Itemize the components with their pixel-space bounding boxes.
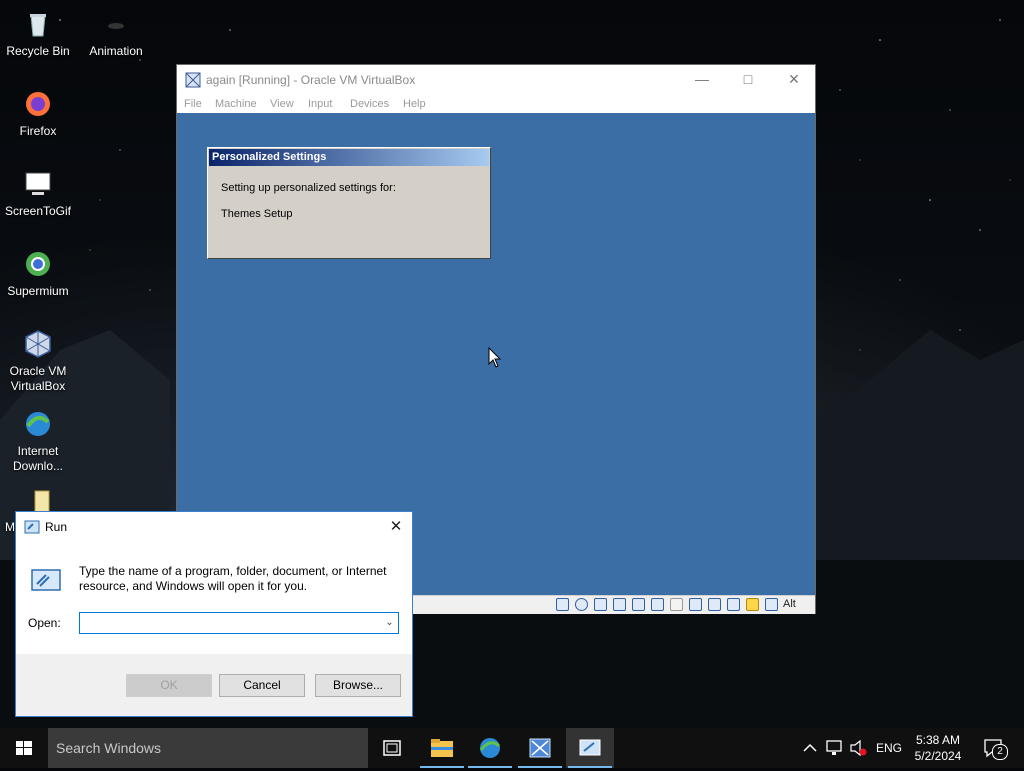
desktop-icon-label: Internet Downlo... — [12, 444, 64, 473]
taskbar-virtualbox[interactable] — [566, 728, 614, 768]
floppy-icon[interactable] — [594, 598, 607, 611]
close-icon: ✕ — [788, 71, 800, 87]
chevron-down-icon: ⌄ — [385, 617, 394, 628]
menu-machine[interactable]: Machine — [215, 98, 257, 110]
run-program-icon — [31, 569, 61, 591]
dialog-title: Personalized Settings — [209, 149, 489, 166]
volume-muted-icon — [850, 739, 867, 757]
menu-help[interactable]: Help — [403, 98, 426, 110]
desktop-icon-label: Supermium — [7, 284, 69, 298]
run-close-button[interactable]: ✕ — [380, 512, 412, 542]
close-button[interactable]: ✕ — [771, 65, 817, 95]
taskbar-file-explorer[interactable] — [418, 728, 466, 768]
window-title: again [Running] - Oracle VM VirtualBox — [206, 73, 416, 87]
chevron-up-icon — [803, 743, 817, 752]
close-icon: ✕ — [389, 518, 403, 535]
shared-folders-icon[interactable] — [670, 598, 683, 611]
run-title-bar[interactable]: Run ✕ — [16, 512, 412, 542]
run-description: Type the name of a program, folder, docu… — [79, 564, 387, 593]
desktop-icon-internet-download[interactable]: Internet Downlo... — [0, 408, 76, 474]
desktop-icon-label: Oracle VM VirtualBox — [9, 364, 67, 393]
maximize-button[interactable]: □ — [725, 65, 771, 95]
taskbar-internet-download-manager[interactable] — [466, 728, 514, 768]
mouse-pointer-icon — [488, 347, 502, 368]
desktop-icon-screentogif[interactable]: ScreenToGif — [0, 168, 76, 219]
menu-file[interactable]: File — [184, 98, 202, 110]
virtual-machine-xp-icon — [529, 738, 551, 758]
maximize-icon: □ — [743, 71, 753, 87]
internet-download-manager-icon — [479, 738, 500, 758]
taskbar-search-box[interactable]: Search Windows — [48, 728, 368, 768]
menu-devices[interactable]: Devices — [350, 98, 389, 110]
open-input[interactable] — [79, 612, 399, 634]
notification-center-button[interactable]: 2 — [980, 728, 1010, 768]
cancel-button[interactable]: Cancel — [219, 674, 305, 697]
keyboard-capture-icon[interactable] — [765, 598, 778, 611]
clock-time: 5:38 AM — [915, 733, 961, 747]
virtualbox-icon — [185, 72, 201, 88]
internet-download-manager-icon — [26, 412, 50, 436]
taskbar-clock[interactable]: 5:38 AM 5/2/2024 — [908, 732, 968, 764]
open-label: Open: — [28, 616, 61, 630]
mouse-integration-icon[interactable] — [746, 598, 759, 611]
virtualbox-icon — [25, 330, 51, 358]
desktop-icon-label: Recycle Bin — [6, 44, 70, 58]
desktop-icon-virtualbox[interactable]: Oracle VM VirtualBox — [0, 328, 76, 394]
run-icon — [24, 520, 40, 534]
start-button[interactable] — [0, 728, 48, 768]
animation-icon — [108, 23, 124, 29]
video-capture-icon[interactable] — [708, 598, 721, 611]
ok-button[interactable]: OK — [126, 674, 212, 697]
menu-view[interactable]: View — [270, 98, 294, 110]
volume-tray-button[interactable] — [848, 728, 870, 768]
clock-date: 5/2/2024 — [914, 749, 962, 763]
task-view-icon — [383, 740, 401, 756]
hard-disk-icon[interactable] — [556, 598, 569, 611]
network-icon — [826, 740, 842, 755]
host-key-label: Alt — [783, 598, 796, 610]
menu-bar: File Machine View Input Devices Help — [177, 95, 815, 113]
recycle-bin-icon — [30, 14, 46, 37]
notification-count-badge: 2 — [992, 744, 1008, 760]
firefox-icon — [26, 92, 50, 116]
dialog-message: Setting up personalized settings for: — [221, 182, 396, 194]
file-explorer-icon — [431, 739, 453, 757]
run-title: Run — [45, 520, 68, 534]
menu-input[interactable]: Input — [308, 98, 332, 110]
desktop-icon-recycle-bin[interactable]: Recycle Bin — [0, 8, 76, 59]
window-title-bar[interactable]: again [Running] - Oracle VM VirtualBox —… — [177, 65, 815, 95]
desktop-icon-animation[interactable]: Animation — [78, 8, 154, 59]
audio-icon[interactable] — [613, 598, 626, 611]
taskbar-xp-machine[interactable] — [516, 728, 564, 768]
desktop-icon-label: ScreenToGif — [4, 204, 72, 218]
cpu-icon[interactable] — [727, 598, 740, 611]
desktop-icon-label: Animation — [89, 44, 143, 58]
usb-icon[interactable] — [651, 598, 664, 611]
minimize-icon: — — [695, 71, 709, 87]
display-icon[interactable] — [689, 598, 702, 611]
optical-drive-icon[interactable] — [575, 598, 588, 611]
desktop-icon-supermium[interactable]: Supermium — [0, 248, 76, 299]
network-tray-button[interactable] — [824, 728, 846, 768]
personalized-settings-dialog: Personalized Settings Setting up persona… — [207, 147, 491, 259]
minimize-button[interactable]: — — [679, 65, 725, 95]
task-view-button[interactable] — [368, 728, 416, 768]
desktop-icon-firefox[interactable]: Firefox — [0, 88, 76, 139]
open-dropdown-button[interactable]: ⌄ — [381, 613, 398, 633]
desktop-icon-label: M — [5, 520, 15, 534]
run-dialog[interactable]: Run ✕ Type the name of a program, folder… — [15, 511, 413, 717]
language-indicator[interactable]: ENG — [874, 728, 904, 768]
dialog-component: Themes Setup — [221, 208, 293, 220]
taskbar: Search Windows ENG 5:38 AM 5/2/2024 2 — [0, 728, 1024, 768]
desktop-icon-label: Firefox — [19, 124, 57, 138]
windows-logo-icon — [16, 741, 32, 755]
show-hidden-icons-button[interactable] — [800, 728, 820, 768]
network-icon[interactable] — [632, 598, 645, 611]
screentogif-icon — [25, 172, 51, 195]
virtualbox-vm-icon — [579, 739, 601, 756]
supermium-icon — [26, 252, 50, 276]
run-button-bar: OK Cancel Browse... — [16, 654, 412, 716]
browse-button[interactable]: Browse... — [315, 674, 401, 697]
